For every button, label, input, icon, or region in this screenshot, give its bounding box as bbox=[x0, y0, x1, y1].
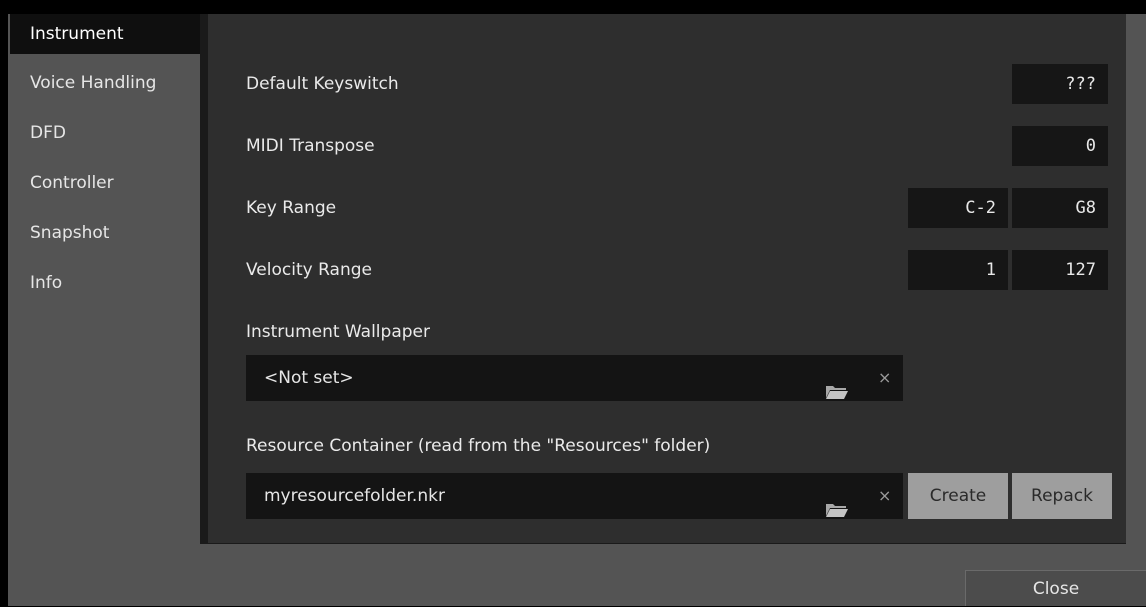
wallpaper-value: <Not set> bbox=[264, 368, 354, 388]
folder-open-icon[interactable] bbox=[826, 489, 848, 517]
midi-transpose-label: MIDI Transpose bbox=[246, 136, 375, 156]
instrument-settings-panel: Default Keyswitch ??? MIDI Transpose 0 K… bbox=[200, 14, 1126, 544]
close-button[interactable]: Close bbox=[965, 570, 1146, 606]
tab-voice-handling[interactable]: Voice Handling bbox=[10, 58, 200, 108]
resource-container-label: Resource Container (read from the "Resou… bbox=[246, 436, 711, 456]
tab-dfd[interactable]: DFD bbox=[10, 108, 200, 158]
key-range-low-value[interactable]: C-2 bbox=[908, 188, 1008, 228]
key-range-high-value[interactable]: G8 bbox=[1012, 188, 1108, 228]
velocity-range-label: Velocity Range bbox=[246, 260, 372, 280]
resource-container-field[interactable]: myresourcefolder.nkr × bbox=[246, 473, 903, 519]
tab-controller[interactable]: Controller bbox=[10, 158, 200, 208]
close-icon[interactable]: × bbox=[878, 355, 891, 401]
instrument-wallpaper-label: Instrument Wallpaper bbox=[246, 322, 430, 342]
velocity-range-high-value[interactable]: 127 bbox=[1012, 250, 1108, 290]
folder-open-icon[interactable] bbox=[826, 371, 848, 399]
tab-info[interactable]: Info bbox=[10, 258, 200, 308]
tab-snapshot[interactable]: Snapshot bbox=[10, 208, 200, 258]
sidebar: Instrument Voice Handling DFD Controller… bbox=[10, 14, 200, 308]
default-keyswitch-label: Default Keyswitch bbox=[246, 74, 399, 94]
wallpaper-field[interactable]: <Not set> × bbox=[246, 355, 903, 401]
key-range-label: Key Range bbox=[246, 198, 337, 218]
close-icon[interactable]: × bbox=[878, 473, 891, 519]
velocity-range-low-value[interactable]: 1 bbox=[908, 250, 1008, 290]
default-keyswitch-value[interactable]: ??? bbox=[1012, 64, 1108, 104]
tab-instrument[interactable]: Instrument bbox=[10, 14, 200, 54]
midi-transpose-value[interactable]: 0 bbox=[1012, 126, 1108, 166]
resource-container-value: myresourcefolder.nkr bbox=[264, 486, 445, 506]
create-button[interactable]: Create bbox=[908, 473, 1008, 519]
repack-button[interactable]: Repack bbox=[1012, 473, 1112, 519]
